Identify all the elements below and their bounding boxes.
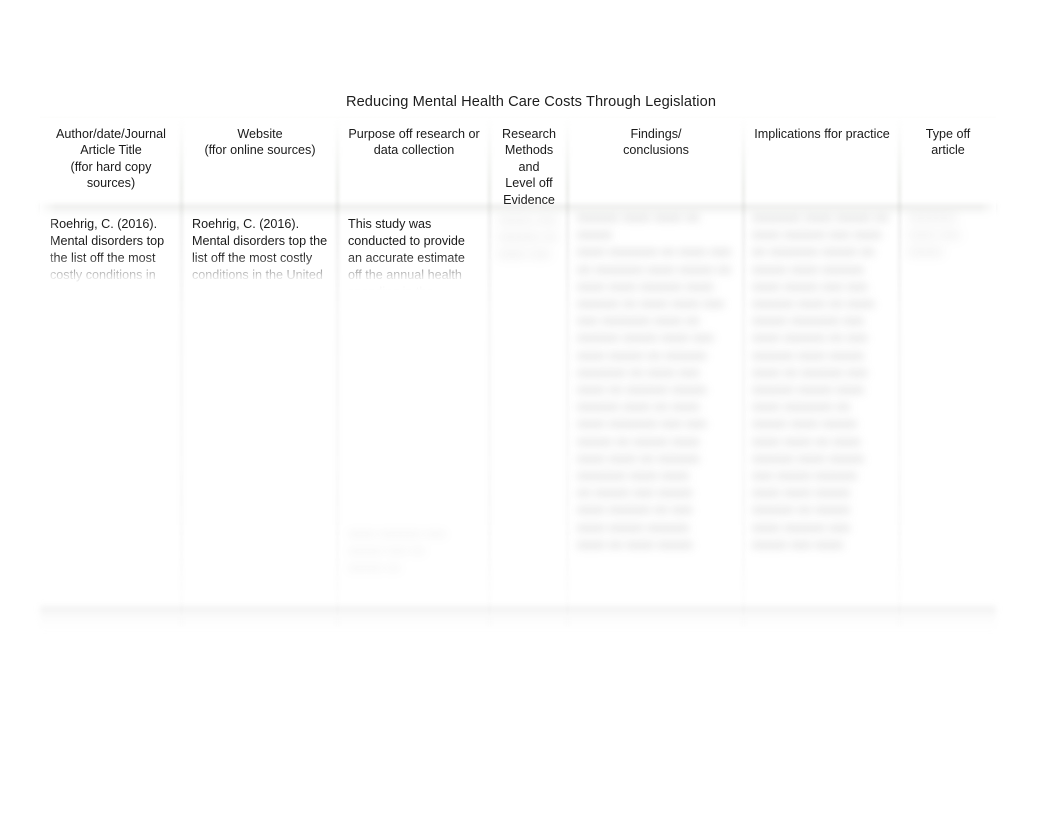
hdr-line: data collection xyxy=(373,143,455,158)
hdr-line: Level off xyxy=(505,176,553,191)
column-header-purpose: Purpose off research or data collection xyxy=(338,118,490,209)
hdr-line: Author/date/Journal xyxy=(56,127,166,141)
hdr-line: (ffor hard copy xyxy=(70,159,152,174)
cell-purpose-illegible-text: nnnn nnnnnn nnn nnnnn nnn nn nnnnn nn xyxy=(348,527,447,576)
column-header-findings: Findings/ conclusions xyxy=(568,118,744,209)
hdr-line: Website xyxy=(237,127,283,141)
cell-implications-illegible-text: nnnnnnn nnnn nnnnn nn nnnn nnnnnn nnn nn… xyxy=(752,211,889,552)
hdr-line: Research xyxy=(502,127,556,141)
cell-findings-illegible-text: nnnnnn nnnn nnnn nn nnnnn nnnn nnnnnnn n… xyxy=(577,211,732,552)
hdr-line: Evidence xyxy=(503,192,555,207)
column-header-purpose-label: Purpose off research or data collection xyxy=(338,118,490,159)
hdr-line: Implications ffor practice xyxy=(754,127,890,141)
hdr-line: (ffor online sources) xyxy=(204,143,316,158)
hdr-line: Methods xyxy=(504,143,554,158)
literature-matrix-table-wrapper: Author/date/Journal Article Title (ffor … xyxy=(40,116,996,629)
hdr-line: Findings/ xyxy=(630,127,682,141)
hdr-line: Article Title xyxy=(80,143,142,158)
column-header-type: Type off article xyxy=(900,118,996,209)
column-header-implications-label: Implications ffor practice xyxy=(744,118,900,142)
cell-type-illegible-text: nnnnnnn nnnn nnn nnnnn xyxy=(908,211,961,260)
hdr-line: Purpose off research or xyxy=(348,127,480,141)
column-header-type-label: Type off article xyxy=(900,118,996,159)
cell-author: Roehrig, C. (2016). Mental disorders top… xyxy=(40,208,182,629)
column-header-methods-label: Research Methods and Level off Evidence xyxy=(490,118,568,208)
cell-methods-illegible-text: nnnnn nnn nnnnnn nn nnnn nnn xyxy=(498,213,558,262)
page-title: Reducing Mental Health Care Costs Throug… xyxy=(345,94,717,110)
cell-website: Roehrig, C. (2016). Mental disorders top… xyxy=(182,208,338,629)
column-header-implications: Implications ffor practice xyxy=(744,118,900,209)
hdr-line: and xyxy=(518,159,540,174)
cell-methods: nnnnn nnn nnnnnn nn nnnn nnn xyxy=(490,208,568,629)
column-header-methods: Research Methods and Level off Evidence xyxy=(490,118,568,209)
table-row: Roehrig, C. (2016). Mental disorders top… xyxy=(40,208,996,629)
column-header-findings-label: Findings/ conclusions xyxy=(568,118,744,159)
hdr-line: conclusions xyxy=(623,143,689,158)
cell-website-text: Roehrig, C. (2016). Mental disorders top… xyxy=(192,217,328,283)
cell-implications: nnnnnnn nnnn nnnnn nn nnnn nnnnnn nnn nn… xyxy=(744,208,900,629)
cell-type: nnnnnnn nnnn nnn nnnnn xyxy=(900,208,996,629)
cell-purpose: This study was conducted to provide an a… xyxy=(338,208,490,629)
literature-matrix-table: Author/date/Journal Article Title (ffor … xyxy=(40,118,996,629)
column-header-website-label: Website (ffor online sources) xyxy=(182,118,338,159)
table-header-row: Author/date/Journal Article Title (ffor … xyxy=(40,118,996,209)
hdr-line: article xyxy=(931,143,965,158)
hdr-line: sources) xyxy=(86,176,136,191)
cell-purpose-text: This study was conducted to provide an a… xyxy=(348,217,465,300)
column-header-website: Website (ffor online sources) xyxy=(182,118,338,209)
cell-author-text: Roehrig, C. (2016). Mental disorders top… xyxy=(50,217,165,283)
column-header-author: Author/date/Journal Article Title (ffor … xyxy=(40,118,182,209)
hdr-line: Type off xyxy=(925,127,971,141)
column-header-author-label: Author/date/Journal Article Title (ffor … xyxy=(40,118,182,192)
cell-findings: nnnnnn nnnn nnnn nn nnnnn nnnn nnnnnnn n… xyxy=(568,208,744,629)
document-page: Reducing Mental Health Care Costs Throug… xyxy=(0,0,1062,822)
